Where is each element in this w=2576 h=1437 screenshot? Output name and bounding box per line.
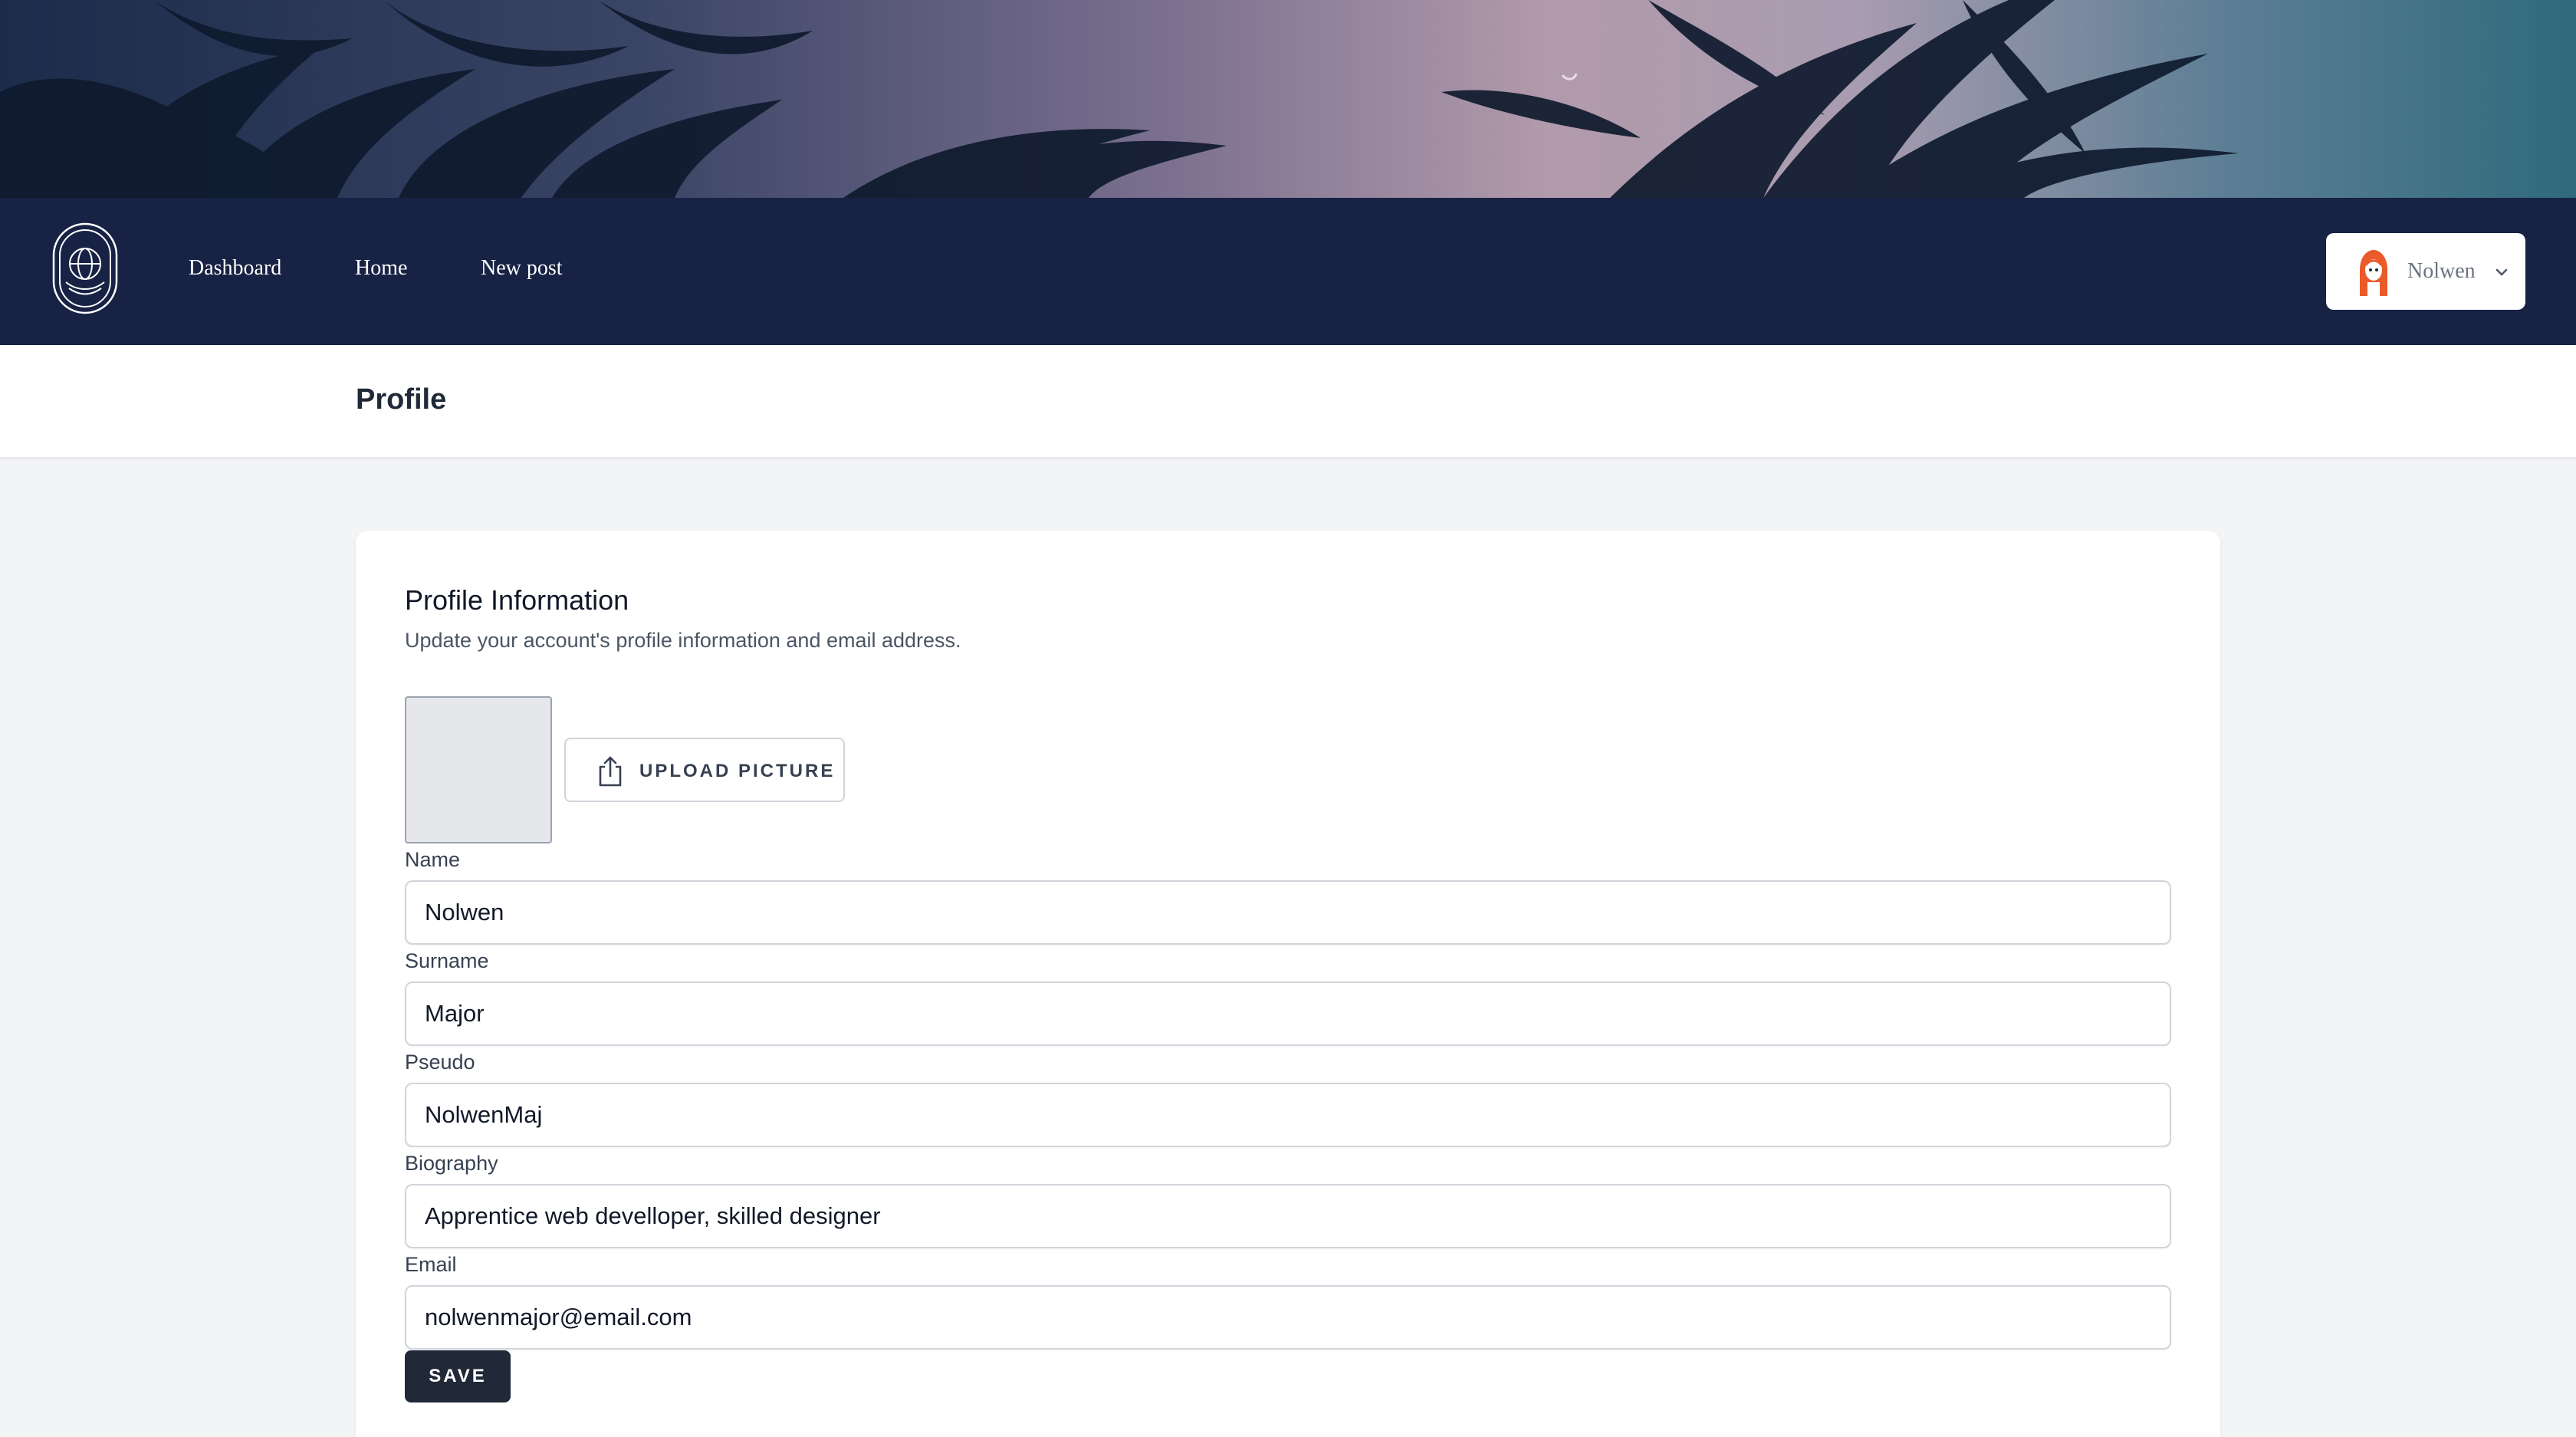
email-label: Email bbox=[405, 1253, 457, 1276]
biography-label: Biography bbox=[405, 1152, 498, 1175]
upload-picture-label: UPLOAD PICTURE bbox=[639, 761, 836, 781]
nav-link-dashboard[interactable]: Dashboard bbox=[189, 256, 281, 281]
top-navbar: Dashboard Home New post Nolwen bbox=[0, 198, 2576, 345]
user-menu-button[interactable]: Nolwen bbox=[2326, 233, 2525, 310]
profile-information-card: Profile Information Update your account'… bbox=[356, 531, 2220, 1437]
save-button[interactable]: SAVE bbox=[405, 1350, 511, 1402]
chevron-down-icon bbox=[2493, 264, 2510, 281]
globe-emblem-logo[interactable] bbox=[51, 221, 120, 316]
biography-input[interactable] bbox=[405, 1184, 2171, 1248]
name-label: Name bbox=[405, 848, 461, 871]
user-name: Nolwen bbox=[2407, 259, 2476, 283]
name-input[interactable] bbox=[405, 880, 2171, 945]
section-title: Profile Information bbox=[405, 584, 629, 616]
page-title: Profile bbox=[356, 383, 447, 416]
surname-label: Surname bbox=[405, 949, 489, 972]
surname-input[interactable] bbox=[405, 982, 2171, 1046]
upload-picture-button[interactable]: UPLOAD PICTURE bbox=[564, 738, 845, 802]
pseudo-label: Pseudo bbox=[405, 1051, 475, 1074]
nav-link-home[interactable]: Home bbox=[355, 256, 407, 281]
upload-share-icon bbox=[595, 755, 626, 788]
section-description: Update your account's profile informatio… bbox=[405, 629, 961, 652]
profile-picture-preview bbox=[405, 696, 552, 843]
header-banner-image bbox=[0, 0, 2576, 198]
palm-tree-banner bbox=[0, 0, 2239, 198]
user-avatar-icon bbox=[2354, 248, 2394, 296]
email-input[interactable] bbox=[405, 1285, 2171, 1350]
page-header: Profile bbox=[0, 345, 2576, 457]
pseudo-input[interactable] bbox=[405, 1083, 2171, 1147]
nav-link-new-post[interactable]: New post bbox=[481, 256, 563, 281]
